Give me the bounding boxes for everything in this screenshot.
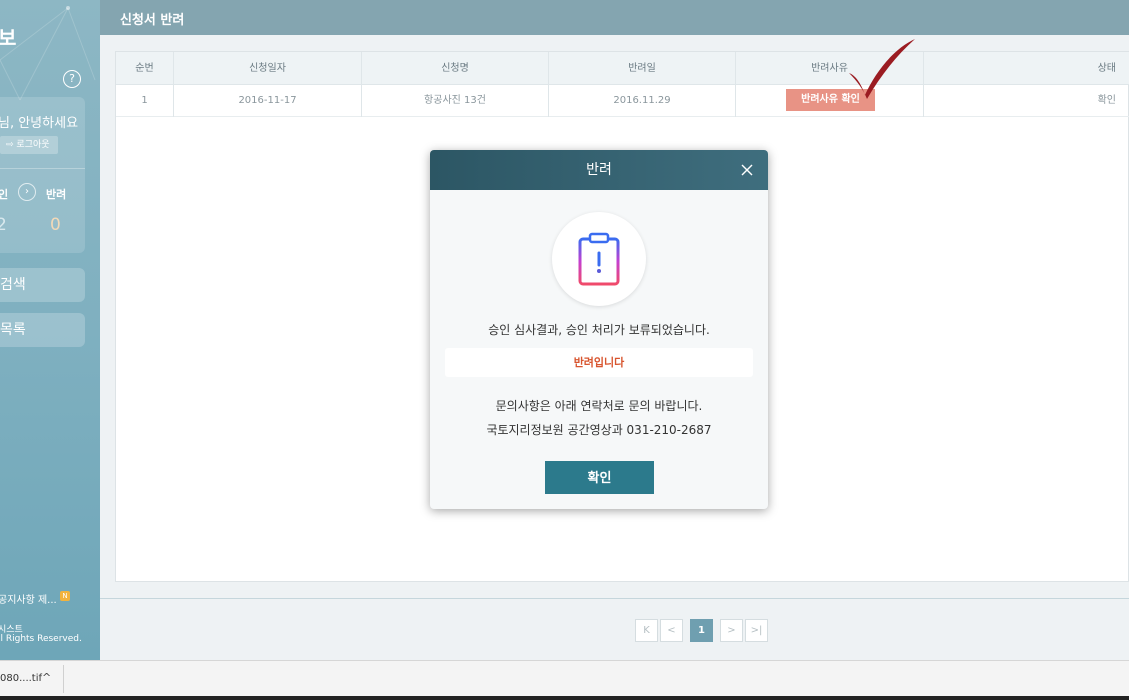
stat-approved-value: 2 xyxy=(0,215,7,235)
new-badge: N xyxy=(60,591,70,601)
page-title: 신청서 반려 xyxy=(120,13,185,28)
download-bar: 080....tif ^ xyxy=(0,660,1129,696)
contact-info: 국토지리정보원 공간영상과 031-210-2687 xyxy=(486,423,712,437)
col-header-apply-date: 신청일자 xyxy=(174,52,362,85)
reject-dialog: 반려 승인 심사결과, 승인 처리가 보류되었습니다. 반려입니다 문의사항은 … xyxy=(430,150,768,509)
card-divider xyxy=(0,168,85,169)
col-header-name: 신청명 xyxy=(362,52,549,85)
prev-page-button[interactable]: < xyxy=(660,619,683,642)
taskbar xyxy=(0,696,1129,700)
logout-button[interactable]: ⇨ 로그아웃 xyxy=(0,136,58,154)
chevron-right-icon: › xyxy=(18,183,36,201)
checkmark-annotation-icon xyxy=(849,39,915,99)
cell-no: 1 xyxy=(116,85,174,117)
table-row: 1 2016-11-17 항공사진 13건 2016.11.29 반려사유 확인… xyxy=(116,85,1129,117)
cell-apply-date: 2016-11-17 xyxy=(174,85,362,117)
confirm-button[interactable]: 확인 xyxy=(545,461,654,494)
chevron-up-icon[interactable]: ^ xyxy=(42,671,51,684)
notice-link[interactable]: 공지사항 제... xyxy=(0,591,57,606)
page-header: 신청서 반려 xyxy=(100,0,1129,35)
dialog-message: 승인 심사결과, 승인 처리가 보류되었습니다. xyxy=(488,323,710,337)
stat-approved-label: 인 xyxy=(0,188,9,201)
contact-notice: 문의사항은 아래 연락처로 문의 바랍니다. xyxy=(495,399,703,413)
stat-rejected-label: 반려 xyxy=(46,188,67,201)
page-1-button[interactable]: 1 xyxy=(690,619,713,642)
col-header-no: 순번 xyxy=(116,52,174,85)
cell-reject-date: 2016.11.29 xyxy=(549,85,736,117)
stat-rejected-value: 0 xyxy=(50,215,61,235)
sidebar: 보 ? 님, 안녕하세요 ⇨ 로그아웃 인 › 반려 2 0 검색 목록 공지사… xyxy=(0,0,100,660)
cell-status: 확인 xyxy=(1097,95,1116,106)
next-page-button[interactable]: > xyxy=(720,619,743,642)
sidebar-item-search[interactable]: 검색 xyxy=(0,268,85,302)
download-filename[interactable]: 080....tif xyxy=(0,673,42,684)
first-page-button[interactable]: K xyxy=(635,619,658,642)
download-separator xyxy=(63,665,64,693)
last-page-button[interactable]: >| xyxy=(745,619,768,642)
col-header-status: 상태 xyxy=(1097,63,1116,74)
close-icon[interactable] xyxy=(738,161,756,179)
reject-reason: 반려입니다 xyxy=(445,348,753,377)
user-greeting: 님, 안녕하세요 xyxy=(0,116,79,131)
cell-name: 항공사진 13건 xyxy=(362,85,549,117)
col-header-reject-date: 반려일 xyxy=(549,52,736,85)
logout-label: 로그아웃 xyxy=(16,140,50,150)
sidebar-item-list[interactable]: 목록 xyxy=(0,313,85,347)
copyright-text: ll Rights Reserved. xyxy=(0,634,82,644)
help-icon[interactable]: ? xyxy=(63,70,81,88)
pagination-divider xyxy=(100,598,1129,599)
logout-icon: ⇨ xyxy=(6,140,14,150)
alert-icon-circle xyxy=(552,212,646,306)
clipboard-alert-icon xyxy=(578,232,620,286)
table-header: 순번 신청일자 신청명 반려일 반려사유 상태 xyxy=(116,52,1129,85)
dialog-title: 반려 xyxy=(586,162,612,178)
site-logo[interactable]: 보 xyxy=(0,22,16,51)
